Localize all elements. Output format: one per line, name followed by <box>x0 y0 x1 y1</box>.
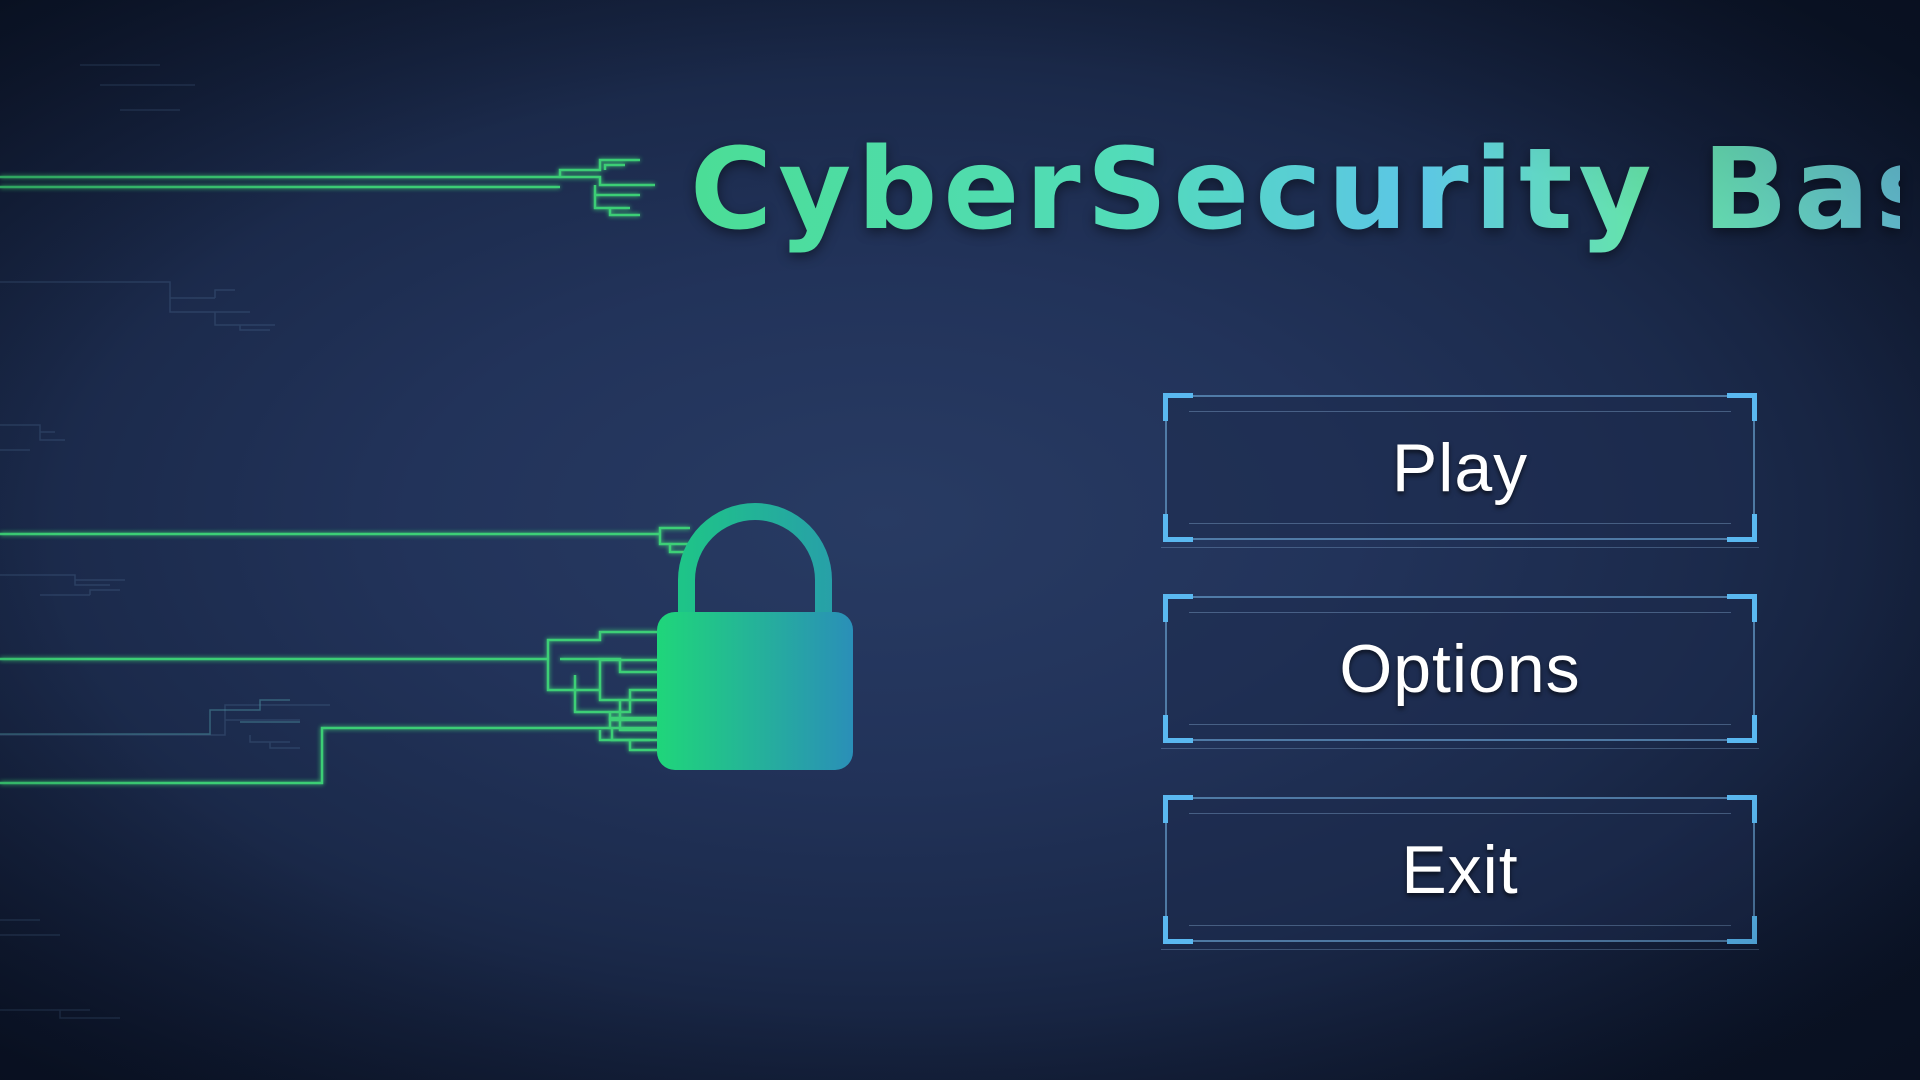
exit-button[interactable]: Exit <box>1161 795 1759 950</box>
main-menu-screen: CyberSecurity Basics Play <box>0 0 1920 1080</box>
play-button-label: Play <box>1391 429 1529 506</box>
game-title: CyberSecurity Basics <box>690 120 1920 260</box>
main-menu: Play Options Exit <box>1161 393 1759 998</box>
padlock-icon <box>657 503 853 770</box>
options-button[interactable]: Options <box>1161 594 1759 749</box>
exit-button-label: Exit <box>1401 831 1519 908</box>
play-button[interactable]: Play <box>1161 393 1759 548</box>
options-button-label: Options <box>1339 630 1581 707</box>
